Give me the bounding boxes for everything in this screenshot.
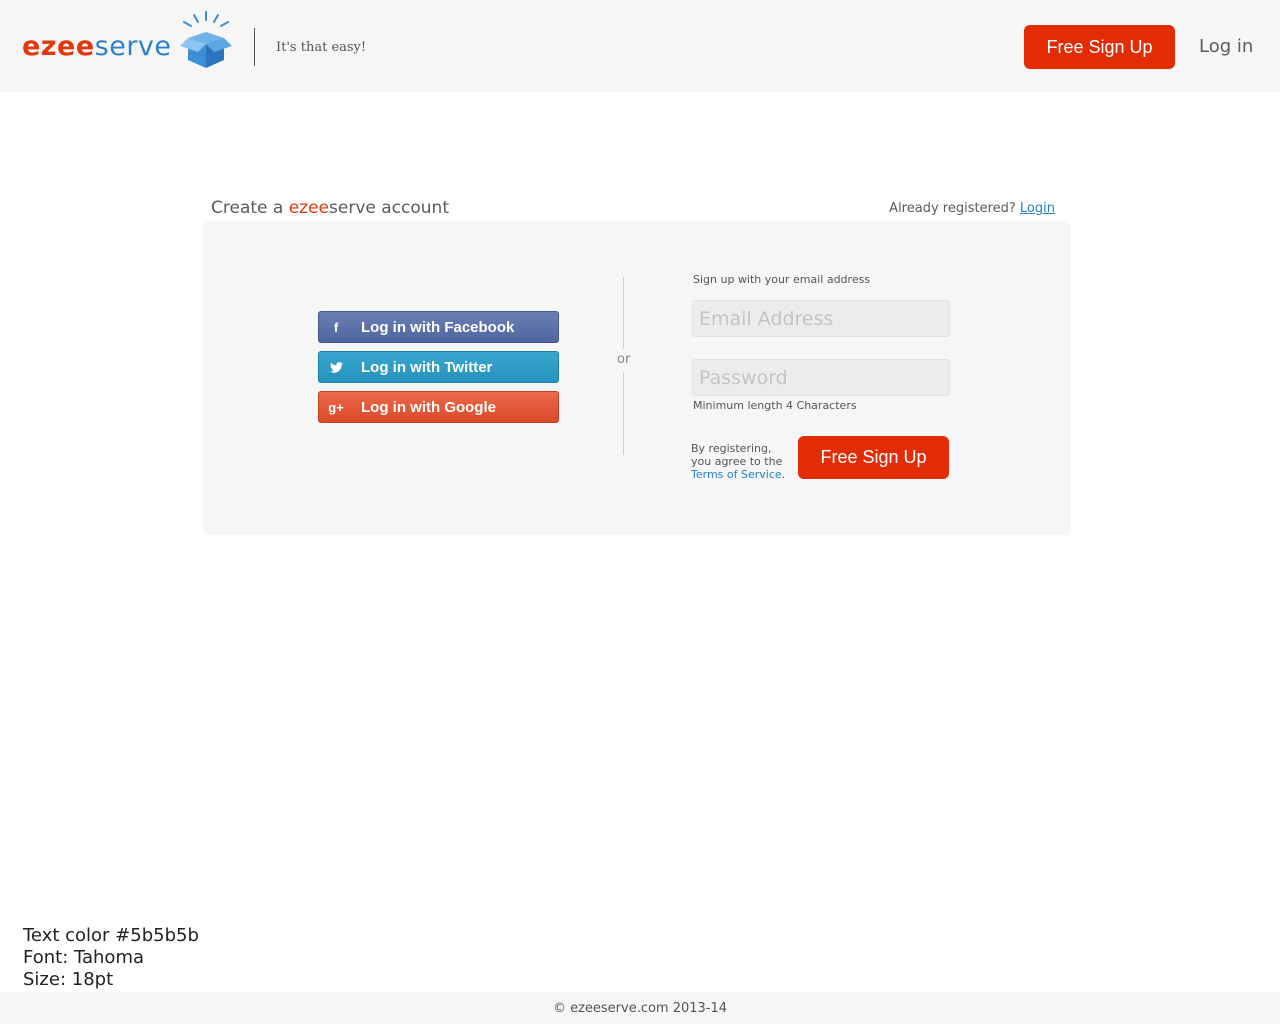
top-header: ezeeserve It's that easy! Free Sign Up L…	[0, 0, 1280, 92]
logo-wordmark: ezeeserve	[22, 31, 172, 62]
note-size: Size: 18pt	[23, 969, 114, 990]
already-registered: Already registered? Login	[889, 201, 1055, 216]
header-free-signup-button[interactable]: Free Sign Up	[1024, 25, 1175, 69]
or-divider-bottom	[623, 372, 624, 455]
facebook-icon: f	[333, 319, 339, 335]
google-login-label: Log in with Google	[361, 398, 496, 416]
login-link[interactable]: Login	[1020, 201, 1055, 216]
note-text-color: Text color #5b5b5b	[23, 925, 199, 946]
footer: © ezeeserve.com 2013-14	[0, 992, 1280, 1024]
or-separator: or	[617, 352, 631, 367]
style-notes: Text color #5b5b5b Font: Tahoma Size: 18…	[23, 925, 199, 991]
ezeeserve-logo[interactable]: ezeeserve	[22, 10, 232, 70]
free-signup-button[interactable]: Free Sign Up	[798, 436, 949, 479]
page-title: Create a ezeeserve account	[211, 198, 449, 218]
or-divider-top	[623, 277, 624, 349]
google-login-button[interactable]: g+ Log in with Google	[318, 391, 559, 423]
email-signup-label: Sign up with your email address	[693, 273, 871, 286]
email-field[interactable]	[692, 300, 950, 337]
twitter-icon	[319, 352, 353, 382]
terms-notice: By registering, you agree to the Terms o…	[691, 442, 786, 481]
tagline: It's that easy!	[276, 40, 367, 55]
twitter-login-label: Log in with Twitter	[361, 358, 493, 376]
password-field[interactable]	[692, 359, 950, 396]
password-hint: Minimum length 4 Characters	[693, 399, 857, 412]
note-font: Font: Tahoma	[23, 947, 145, 968]
copyright: © ezeeserve.com 2013-14	[552, 1000, 728, 1016]
facebook-login-button[interactable]: f Log in with Facebook	[318, 311, 559, 343]
twitter-login-button[interactable]: Log in with Twitter	[318, 351, 559, 383]
terms-of-service-link[interactable]: Terms of Service	[691, 468, 782, 481]
header-login-link[interactable]: Log in	[1199, 36, 1253, 57]
facebook-login-label: Log in with Facebook	[361, 318, 515, 336]
header-divider	[254, 28, 255, 66]
google-plus-icon: g+	[328, 399, 344, 415]
box-logo-icon	[180, 11, 232, 68]
